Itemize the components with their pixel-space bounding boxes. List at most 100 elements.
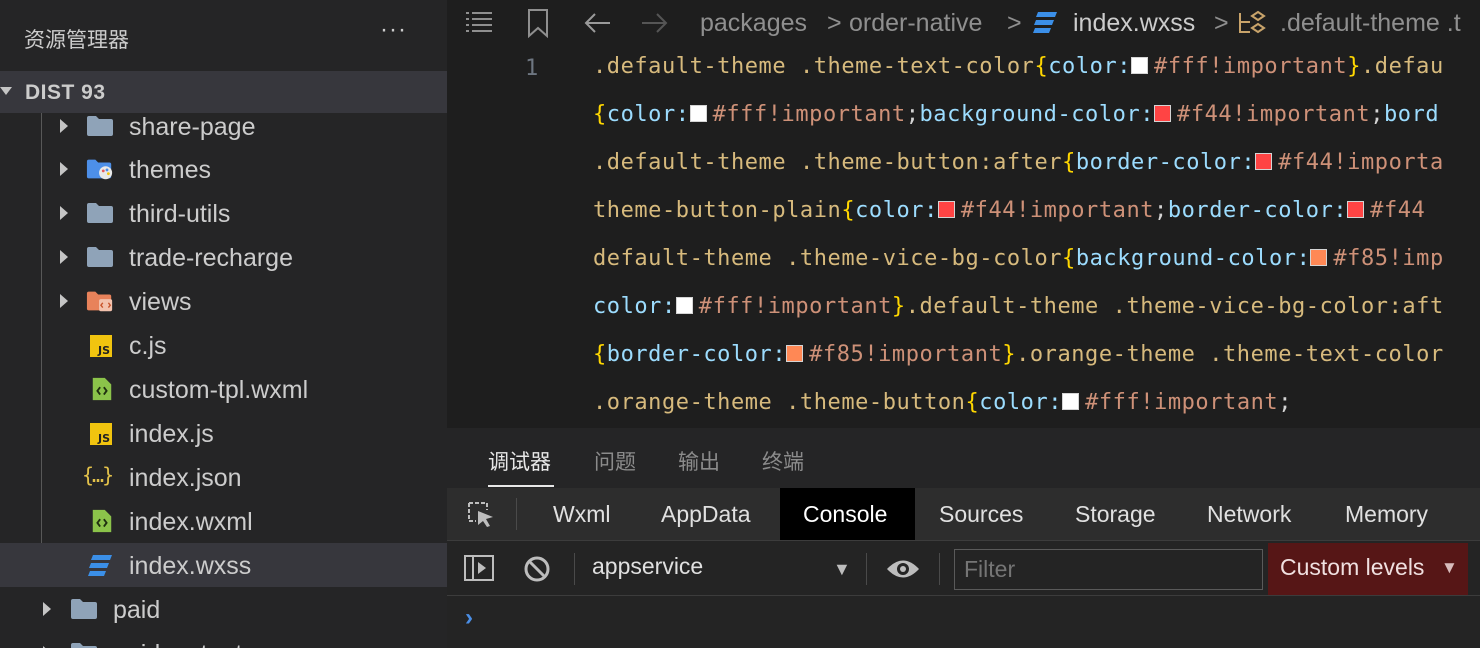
- color-swatch[interactable]: [1310, 249, 1328, 266]
- devtools-tab-storage[interactable]: Storage: [1075, 488, 1156, 540]
- tree-item-paid[interactable]: paid: [0, 587, 447, 631]
- chevron-right-icon: [43, 602, 51, 616]
- devtools-tab-wxml[interactable]: Wxml: [553, 488, 610, 540]
- color-swatch[interactable]: [1347, 201, 1365, 218]
- clear-console-icon[interactable]: [523, 555, 551, 583]
- tree-item-label: paid: [113, 596, 161, 624]
- inspect-element-icon[interactable]: [467, 501, 497, 529]
- tree-item-label: views: [129, 288, 192, 316]
- color-swatch[interactable]: [786, 345, 804, 362]
- code-line: theme-button-plain{color: #f44!important;…: [593, 198, 1426, 223]
- code-line: default-theme .theme-vice-bg-color{backg…: [593, 246, 1444, 271]
- chevron-right-icon: [60, 162, 68, 176]
- tab-terminal[interactable]: 终端: [762, 446, 804, 476]
- toolbar-divider: [866, 553, 867, 585]
- tree-item-share-page[interactable]: share-page: [0, 104, 447, 148]
- chevron-right-icon: [60, 294, 68, 308]
- code-line: .default-theme .theme-button:after{borde…: [593, 150, 1444, 175]
- wxml-file-icon: [92, 377, 112, 401]
- tree-item-label: paidcontent: [113, 640, 242, 648]
- bottom-panel: 调试器 问题 输出 终端 Wxml AppData Console Source…: [447, 428, 1480, 648]
- toolbar-divider: [516, 498, 517, 530]
- devtools-tab-sources[interactable]: Sources: [939, 488, 1023, 540]
- tree-item-themes[interactable]: themes: [0, 147, 447, 191]
- chevron-right-icon: [60, 206, 68, 220]
- log-levels-label: Custom levels: [1280, 554, 1425, 580]
- dropdown-arrow-icon[interactable]: ▼: [833, 559, 851, 580]
- breadcrumb: packages > order-native > index.wxss > .…: [447, 0, 1480, 46]
- tree-item-label: index.js: [129, 420, 214, 448]
- code-line: {color: #fff!important;background-color: #…: [593, 102, 1440, 127]
- code-line: .default-theme .theme-text-color{color: #…: [593, 54, 1444, 79]
- folder-icon: [71, 643, 97, 648]
- eye-icon[interactable]: [886, 558, 920, 580]
- breadcrumb-separator: >: [1214, 9, 1229, 37]
- color-swatch[interactable]: [937, 201, 955, 218]
- tab-output[interactable]: 输出: [678, 446, 720, 476]
- tree-item-label: third-utils: [129, 200, 231, 228]
- filter-input[interactable]: [954, 549, 1263, 590]
- devtools-tab-console[interactable]: Console: [780, 488, 915, 540]
- tree-item-index-wxml[interactable]: index.wxml: [0, 499, 447, 543]
- forward-arrow-icon[interactable]: [640, 12, 668, 34]
- tree-item-index-json[interactable]: {…} index.json: [0, 455, 447, 499]
- folder-icon: [87, 203, 113, 223]
- tree-item-c-js[interactable]: JS c.js: [0, 323, 447, 367]
- color-swatch[interactable]: [675, 297, 693, 314]
- chevron-right-icon: [60, 250, 68, 264]
- tab-problems[interactable]: 问题: [594, 446, 636, 476]
- tab-debugger[interactable]: 调试器: [488, 446, 551, 476]
- tree-item-custom-tpl-wxml[interactable]: custom-tpl.wxml: [0, 367, 447, 411]
- explorer-header: 资源管理器 ···: [0, 0, 447, 72]
- chevron-down-icon: [0, 87, 12, 95]
- log-levels-dropdown[interactable]: Custom levels ▼: [1268, 543, 1468, 595]
- tree-item-third-utils[interactable]: third-utils: [0, 191, 447, 235]
- tree-item-label: c.js: [129, 332, 167, 360]
- breadcrumb-item[interactable]: .default-theme .t: [1280, 9, 1461, 38]
- code-line: .orange-theme .theme-button{color: #fff!i…: [593, 390, 1292, 415]
- views-folder-icon: [86, 291, 113, 312]
- more-actions-button[interactable]: ···: [380, 16, 407, 44]
- tree-item-paidcontent[interactable]: paidcontent: [0, 631, 447, 648]
- context-selector[interactable]: appservice: [592, 553, 703, 580]
- folder-icon: [87, 116, 113, 136]
- color-swatch[interactable]: [1062, 393, 1080, 410]
- devtools-tabs: Wxml AppData Console Sources Storage Net…: [447, 488, 1480, 540]
- panel-tabs: 调试器 问题 输出 终端: [447, 428, 1480, 488]
- wxss-file-icon: [88, 555, 112, 576]
- toggle-sidebar-icon[interactable]: [464, 555, 494, 581]
- code-line: {border-color: #f85!important}.orange-the…: [593, 342, 1444, 367]
- active-tab-indicator: [488, 485, 554, 487]
- breadcrumb-item[interactable]: order-native: [849, 9, 982, 38]
- tree-item-trade-recharge[interactable]: trade-recharge: [0, 235, 447, 279]
- color-swatch[interactable]: [1154, 105, 1172, 122]
- breadcrumb-item[interactable]: index.wxss: [1073, 9, 1195, 38]
- list-icon[interactable]: [464, 11, 494, 33]
- wxml-file-icon: [92, 509, 112, 533]
- color-swatch[interactable]: [689, 105, 707, 122]
- themes-folder-icon: [86, 159, 113, 180]
- devtools-tab-network[interactable]: Network: [1207, 488, 1291, 540]
- tree-item-label: index.wxml: [129, 508, 253, 536]
- code-editor[interactable]: packages > order-native > index.wxss > .…: [447, 0, 1480, 428]
- color-swatch[interactable]: [1131, 57, 1149, 74]
- tree-item-label: custom-tpl.wxml: [129, 376, 309, 404]
- toolbar-divider: [574, 553, 575, 585]
- console-toolbar: appservice ▼ Custom levels ▼: [447, 540, 1480, 596]
- tree-item-index-wxss[interactable]: index.wxss: [0, 543, 447, 587]
- code-line: color: #fff!important}.default-theme .the…: [593, 294, 1444, 319]
- toolbar-divider: [939, 553, 940, 585]
- explorer-title: 资源管理器: [24, 28, 129, 52]
- tree-item-views[interactable]: views: [0, 279, 447, 323]
- tree-item-label: themes: [129, 156, 211, 184]
- devtools-tab-memory[interactable]: Memory: [1345, 488, 1428, 540]
- bookmark-icon[interactable]: [527, 8, 549, 38]
- tree-item-label: index.wxss: [129, 552, 252, 580]
- breadcrumb-item[interactable]: packages: [700, 9, 807, 38]
- console-prompt[interactable]: ›: [465, 604, 473, 632]
- back-arrow-icon[interactable]: [584, 12, 612, 34]
- line-number: 1: [525, 56, 539, 81]
- tree-item-index-js[interactable]: JS index.js: [0, 411, 447, 455]
- devtools-tab-appdata[interactable]: AppData: [661, 488, 751, 540]
- color-swatch[interactable]: [1255, 153, 1273, 170]
